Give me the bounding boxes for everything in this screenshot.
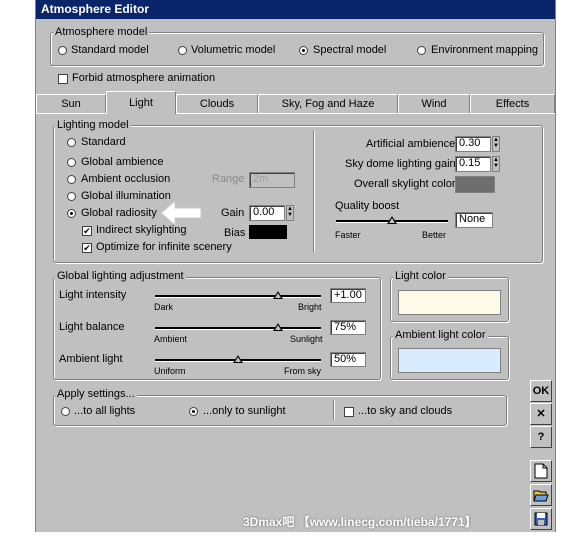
light-balance-field[interactable]: 75% — [330, 320, 366, 335]
global-adjustment-legend: Global lighting adjustment — [55, 270, 186, 282]
new-document-icon — [534, 463, 548, 479]
ambient-light-min: Uniform — [154, 366, 186, 376]
window-title: Atmosphere Editor — [36, 0, 555, 19]
radio-global-radiosity[interactable] — [67, 209, 76, 218]
artificial-ambience-spinner[interactable]: ▲ ▼ — [492, 136, 500, 152]
spectral-model-label: Spectral model — [313, 44, 387, 56]
ok-button[interactable]: OK — [530, 380, 552, 402]
artificial-ambience-label: Artificial ambience — [366, 138, 456, 150]
light-balance-max: Sunlight — [290, 334, 323, 344]
bias-label: Bias — [224, 227, 246, 239]
tab-effects[interactable]: Effects — [470, 94, 555, 113]
radio-standard-model[interactable] — [58, 46, 67, 55]
gain-spinner[interactable]: ▲ ▼ — [286, 205, 294, 221]
quality-boost-thumb[interactable] — [387, 216, 397, 224]
light-balance-track — [155, 327, 321, 330]
light-intensity-label: Light intensity — [59, 289, 127, 301]
lighting-standard-label: Standard — [81, 136, 126, 148]
bias-color-swatch[interactable] — [249, 225, 287, 239]
tab-clouds[interactable]: Clouds — [176, 94, 258, 113]
light-color-legend: Light color — [393, 270, 448, 282]
cancel-button[interactable]: ✕ — [530, 403, 552, 425]
volumetric-model-label: Volumetric model — [191, 44, 276, 56]
forbid-animation-checkbox[interactable] — [58, 74, 68, 84]
save-button[interactable] — [530, 508, 552, 530]
radio-spectral-model[interactable] — [299, 46, 308, 55]
overall-skylight-swatch[interactable] — [455, 176, 495, 193]
ambient-light-max: From sky — [284, 366, 321, 376]
light-intensity-min: Dark — [154, 302, 174, 312]
radio-global-ambience[interactable] — [67, 158, 76, 167]
atmosphere-model-legend: Atmosphere model — [53, 26, 150, 38]
environment-mapping-label: Environment mapping — [431, 44, 539, 56]
light-balance-label: Light balance — [59, 321, 125, 333]
gain-label: Gain — [221, 207, 245, 219]
lighting-separator — [313, 131, 315, 252]
radio-apply-all-lights[interactable] — [61, 407, 70, 416]
apply-separator — [333, 400, 335, 420]
save-disk-icon — [534, 512, 548, 526]
global-ambience-label: Global ambience — [81, 156, 164, 168]
ambient-light-field[interactable]: 50% — [330, 352, 366, 367]
open-folder-button[interactable] — [530, 484, 552, 506]
light-intensity-thumb[interactable] — [273, 291, 283, 299]
quality-better-label: Better — [422, 230, 447, 240]
radio-apply-only-sunlight[interactable] — [189, 407, 198, 416]
quality-boost-label: Quality boost — [335, 200, 400, 212]
indirect-skylighting-checkbox[interactable]: ✔ — [82, 226, 92, 236]
light-balance-thumb[interactable] — [273, 323, 283, 331]
arrow-pointer-icon — [160, 199, 202, 227]
optimize-infinite-checkbox[interactable]: ✔ — [82, 243, 92, 253]
light-intensity-track — [155, 295, 321, 298]
forbid-animation-label: Forbid atmosphere animation — [72, 72, 216, 84]
sky-dome-gain-field[interactable]: 0.15 — [455, 156, 491, 172]
new-document-button[interactable] — [530, 460, 552, 482]
light-balance-min: Ambient — [154, 334, 188, 344]
standard-model-label: Standard model — [71, 44, 149, 56]
indirect-skylighting-label: Indirect skylighting — [96, 224, 187, 236]
tab-wind[interactable]: Wind — [398, 94, 470, 113]
apply-settings-legend: Apply settings... — [55, 388, 137, 400]
tab-sun[interactable]: Sun — [36, 94, 106, 113]
ambient-light-color-legend: Ambient light color — [393, 329, 488, 341]
light-color-swatch[interactable] — [398, 290, 501, 315]
ambient-light-thumb[interactable] — [233, 355, 243, 363]
lighting-model-legend: Lighting model — [55, 119, 131, 131]
ambient-light-label: Ambient light — [59, 353, 123, 365]
atmosphere-editor-window: Atmosphere Editor Atmosphere model Stand… — [35, 0, 556, 532]
open-folder-icon — [533, 490, 549, 502]
help-button[interactable]: ? — [530, 426, 552, 448]
radio-volumetric-model[interactable] — [178, 46, 187, 55]
global-radiosity-label: Global radiosity — [81, 207, 157, 219]
radio-lighting-standard[interactable] — [67, 138, 76, 147]
apply-all-lights-label: ...to all lights — [74, 405, 136, 417]
ambient-light-color-swatch[interactable] — [398, 348, 501, 373]
artificial-ambience-field[interactable]: 0.30 — [455, 136, 491, 152]
radio-global-illumination[interactable] — [67, 192, 76, 201]
radio-environment-mapping[interactable] — [417, 46, 426, 55]
tab-light[interactable]: Light — [106, 91, 176, 114]
global-illumination-label: Global illumination — [81, 190, 171, 202]
watermark-text: 3Dmax吧 【www.linecg.com/tieba/1771】 — [243, 515, 477, 529]
range-label: Range — [212, 173, 245, 185]
radio-ambient-occlusion[interactable] — [67, 175, 76, 184]
quality-boost-field[interactable]: None — [455, 212, 493, 228]
gain-field[interactable]: 0.00 — [249, 205, 285, 221]
range-field: 2m — [249, 172, 295, 188]
apply-sky-clouds-label: ...to sky and clouds — [358, 405, 453, 417]
apply-sky-clouds-checkbox[interactable] — [344, 407, 354, 417]
quality-faster-label: Faster — [335, 230, 361, 240]
sky-dome-gain-spinner[interactable]: ▲ ▼ — [492, 156, 500, 172]
apply-only-sunlight-label: ...only to sunlight — [203, 405, 286, 417]
sky-dome-gain-label: Sky dome lighting gain — [345, 158, 456, 170]
light-intensity-field[interactable]: +1.00 — [330, 288, 366, 303]
tab-sky-fog-haze[interactable]: Sky, Fog and Haze — [258, 94, 398, 113]
light-intensity-max: Bright — [298, 302, 322, 312]
optimize-infinite-label: Optimize for infinite scenery — [96, 241, 232, 253]
overall-skylight-label: Overall skylight color — [354, 178, 456, 190]
ambient-occlusion-label: Ambient occlusion — [81, 173, 171, 185]
